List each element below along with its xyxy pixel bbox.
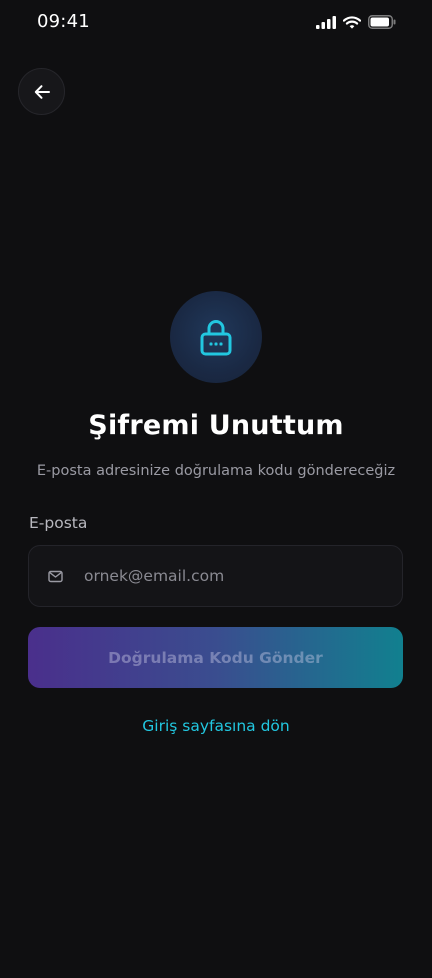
email-label: E-posta xyxy=(29,514,88,532)
battery-icon xyxy=(368,15,396,29)
forgot-password-screen: 09:41 Şifremi Unuttum E-posta adresinize… xyxy=(0,0,432,978)
status-time: 09:41 xyxy=(37,11,90,32)
page-title: Şifremi Unuttum xyxy=(88,410,344,441)
mail-icon xyxy=(48,568,64,584)
status-icons xyxy=(316,15,396,29)
arrow-left-icon xyxy=(34,84,50,99)
lock-badge xyxy=(170,291,262,383)
signal-icon xyxy=(316,15,336,29)
back-to-login-link[interactable]: Giriş sayfasına dön xyxy=(0,717,432,735)
back-button[interactable] xyxy=(18,68,65,115)
send-code-button[interactable]: Doğrulama Kodu Gönder xyxy=(28,627,403,688)
wifi-icon xyxy=(343,15,361,29)
email-input[interactable] xyxy=(84,556,402,596)
status-bar: 09:41 xyxy=(0,0,432,44)
lock-icon xyxy=(200,320,232,356)
page-subtitle: E-posta adresinize doğrulama kodu gönder… xyxy=(36,463,396,479)
email-field[interactable] xyxy=(28,545,403,607)
